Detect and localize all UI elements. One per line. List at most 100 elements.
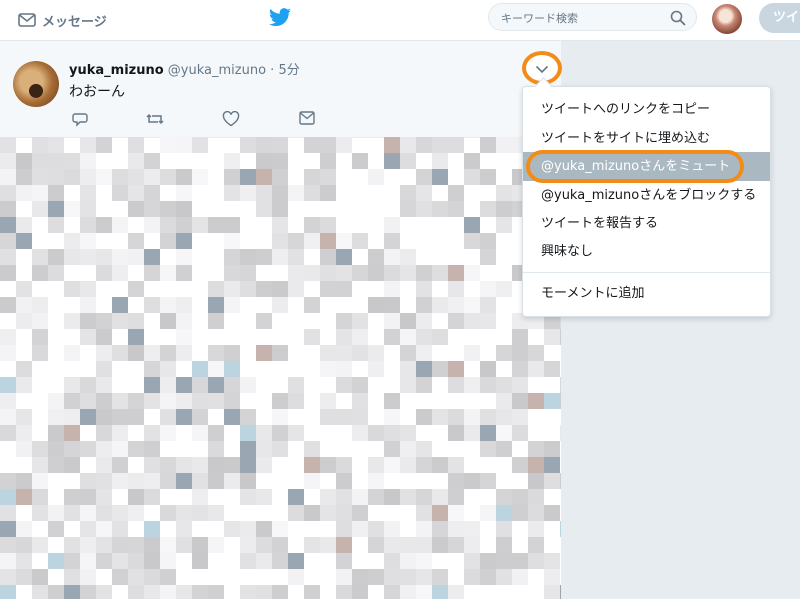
- mosaic-cell: [192, 393, 208, 409]
- mosaic-cell: [480, 281, 496, 297]
- mosaic-cell: [544, 441, 560, 457]
- mosaic-cell: [0, 409, 16, 425]
- retweet-icon[interactable]: [146, 111, 164, 127]
- menu-item-embed[interactable]: ツイートをサイトに埋め込む: [523, 124, 770, 153]
- mosaic-cell: [496, 137, 512, 153]
- search-icon[interactable]: [670, 10, 686, 30]
- mosaic-cell: [176, 585, 192, 599]
- mosaic-cell: [496, 393, 512, 409]
- mosaic-cell: [304, 217, 320, 233]
- mosaic-cell: [224, 153, 240, 169]
- mosaic-cell: [144, 201, 160, 217]
- menu-item-report[interactable]: ツイートを報告する: [523, 209, 770, 238]
- mosaic-cell: [64, 169, 80, 185]
- mosaic-cell: [416, 297, 432, 313]
- mosaic-cell: [352, 329, 368, 345]
- tweet-author-handle[interactable]: @yuka_mizuno: [168, 63, 266, 78]
- mosaic-cell: [304, 169, 320, 185]
- mosaic-cell: [0, 217, 16, 233]
- tweet-author-name[interactable]: yuka_mizuno: [69, 63, 164, 78]
- mosaic-cell: [80, 521, 96, 537]
- mosaic-cell: [80, 201, 96, 217]
- mosaic-cell: [192, 553, 208, 569]
- mosaic-cell: [224, 281, 240, 297]
- mosaic-cell: [352, 313, 368, 329]
- mosaic-cell: [336, 521, 352, 537]
- mosaic-cell: [304, 505, 320, 521]
- mosaic-cell: [112, 297, 128, 313]
- mosaic-cell: [416, 537, 432, 553]
- mosaic-cell: [192, 169, 208, 185]
- search-input[interactable]: [499, 8, 663, 28]
- mosaic-cell: [336, 137, 352, 153]
- tweet-button[interactable]: ツイ: [759, 3, 800, 33]
- mosaic-cell: [144, 393, 160, 409]
- mosaic-cell: [336, 553, 352, 569]
- mosaic-cell: [0, 521, 16, 537]
- twitter-bird-icon[interactable]: [268, 8, 292, 32]
- mosaic-cell: [480, 201, 496, 217]
- mosaic-cell: [64, 441, 80, 457]
- mosaic-cell: [384, 457, 400, 473]
- mosaic-cell: [16, 473, 32, 489]
- nav-messages[interactable]: メッセージ: [18, 10, 107, 30]
- mosaic-cell: [448, 297, 464, 313]
- mosaic-cell: [112, 425, 128, 441]
- mosaic-cell: [64, 409, 80, 425]
- tweet-timestamp[interactable]: 5分: [278, 63, 299, 78]
- mosaic-cell: [80, 393, 96, 409]
- mosaic-cell: [128, 137, 144, 153]
- mosaic-cell: [160, 313, 176, 329]
- mosaic-cell: [16, 377, 32, 393]
- mosaic-cell: [384, 441, 400, 457]
- mosaic-cell: [144, 377, 160, 393]
- menu-item-add-to-moment[interactable]: モーメントに追加: [523, 279, 770, 308]
- mosaic-cell: [288, 377, 304, 393]
- mosaic-cell: [384, 553, 400, 569]
- mosaic-cell: [384, 329, 400, 345]
- mosaic-cell: [48, 441, 64, 457]
- mosaic-cell: [64, 569, 80, 585]
- dm-icon[interactable]: [299, 111, 315, 125]
- mosaic-cell: [240, 169, 256, 185]
- mosaic-cell: [368, 489, 384, 505]
- mosaic-cell: [176, 505, 192, 521]
- mosaic-cell: [144, 489, 160, 505]
- mosaic-cell: [448, 137, 464, 153]
- mosaic-cell: [0, 137, 16, 153]
- mosaic-cell: [480, 169, 496, 185]
- mosaic-cell: [336, 377, 352, 393]
- like-icon[interactable]: [222, 111, 240, 127]
- tweet-author-avatar[interactable]: [13, 61, 59, 107]
- mosaic-cell: [64, 457, 80, 473]
- mosaic-cell: [496, 489, 512, 505]
- mosaic-cell: [480, 441, 496, 457]
- mosaic-cell: [320, 281, 336, 297]
- menu-item-not-interested[interactable]: 興味なし: [523, 237, 770, 266]
- mosaic-cell: [80, 281, 96, 297]
- mosaic-cell: [304, 233, 320, 249]
- mosaic-cell: [64, 233, 80, 249]
- user-avatar[interactable]: [712, 4, 742, 34]
- mosaic-cell: [336, 345, 352, 361]
- mosaic-cell: [0, 553, 16, 569]
- search-box[interactable]: [488, 3, 697, 31]
- mosaic-cell: [128, 409, 144, 425]
- mosaic-cell: [240, 409, 256, 425]
- mosaic-cell: [160, 425, 176, 441]
- mosaic-cell: [448, 377, 464, 393]
- mosaic-cell: [112, 345, 128, 361]
- menu-item-block[interactable]: @yuka_mizunoさんをブロックする: [523, 181, 770, 210]
- pixelated-image: [0, 137, 561, 599]
- mosaic-cell: [432, 169, 448, 185]
- mosaic-cell: [384, 217, 400, 233]
- mosaic-cell: [96, 249, 112, 265]
- tweet-item[interactable]: yuka_mizuno @yuka_mizuno · 5分 わおーん: [0, 41, 561, 138]
- reply-icon[interactable]: [72, 111, 88, 127]
- menu-item-copy-link[interactable]: ツイートへのリンクをコピー: [523, 95, 770, 124]
- tweet-header: yuka_mizuno @yuka_mizuno · 5分: [69, 59, 300, 78]
- mosaic-cell: [32, 457, 48, 473]
- mosaic-cell: [208, 505, 224, 521]
- mosaic-cell: [48, 185, 64, 201]
- mosaic-cell: [464, 297, 480, 313]
